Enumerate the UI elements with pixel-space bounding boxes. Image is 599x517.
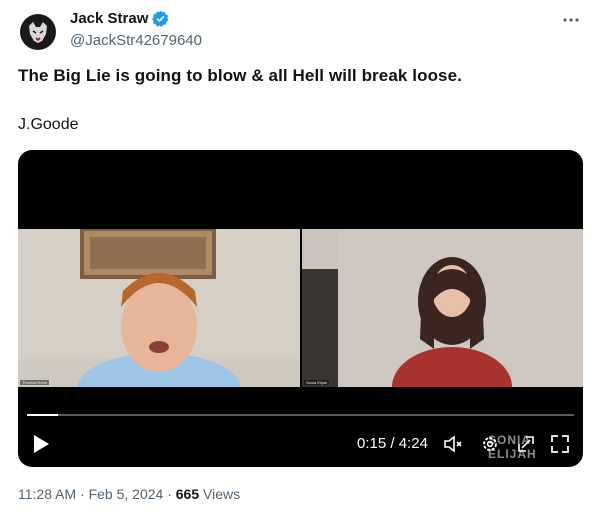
meta-separator: · bbox=[80, 486, 85, 502]
speaker-left-image bbox=[18, 229, 300, 387]
tweet-signature: J.Goode bbox=[18, 116, 79, 133]
tweet-date[interactable]: Feb 5, 2024 bbox=[89, 486, 164, 502]
left-speaker-caption: Thomas Renz bbox=[20, 380, 49, 385]
video-time-separator: / bbox=[390, 435, 395, 452]
speaker-right-image bbox=[302, 229, 583, 387]
pip-icon[interactable] bbox=[516, 434, 536, 454]
more-options-icon[interactable] bbox=[561, 10, 581, 30]
right-speaker-caption: Sonia Elijah bbox=[304, 380, 330, 385]
video-progress-fill bbox=[27, 414, 59, 416]
video-time: 0:15 / 4:24 bbox=[357, 435, 428, 452]
video-current-time: 0:15 bbox=[357, 435, 387, 452]
settings-icon[interactable] bbox=[480, 434, 500, 454]
video-pane-left: Thomas Renz bbox=[18, 229, 300, 387]
video-duration: 4:24 bbox=[398, 435, 428, 452]
tweet-time[interactable]: 11:28 AM bbox=[18, 486, 76, 502]
avatar[interactable] bbox=[18, 12, 58, 52]
views-count: 665 bbox=[175, 486, 200, 502]
play-icon[interactable] bbox=[32, 434, 50, 454]
tweet-meta: 11:28 AM · Feb 5, 2024 · 665 Views bbox=[18, 486, 240, 502]
fullscreen-icon[interactable] bbox=[550, 434, 570, 454]
author-name[interactable]: Jack Straw bbox=[70, 10, 148, 27]
video-progress-bar[interactable] bbox=[27, 414, 574, 416]
views-label: Views bbox=[203, 486, 241, 502]
mute-icon[interactable] bbox=[443, 434, 463, 454]
tweet-text: The Big Lie is going to blow & all Hell … bbox=[18, 66, 462, 85]
verified-badge-icon bbox=[152, 10, 169, 27]
author-handle[interactable]: @JackStr42679640 bbox=[70, 32, 202, 49]
meta-separator: · bbox=[167, 486, 172, 502]
video-player[interactable]: Thomas Renz Sonia Elijah 0:15 / 4:24 SON… bbox=[18, 150, 583, 467]
wolf-logo-icon bbox=[20, 14, 56, 50]
video-pane-right: Sonia Elijah bbox=[302, 229, 583, 387]
